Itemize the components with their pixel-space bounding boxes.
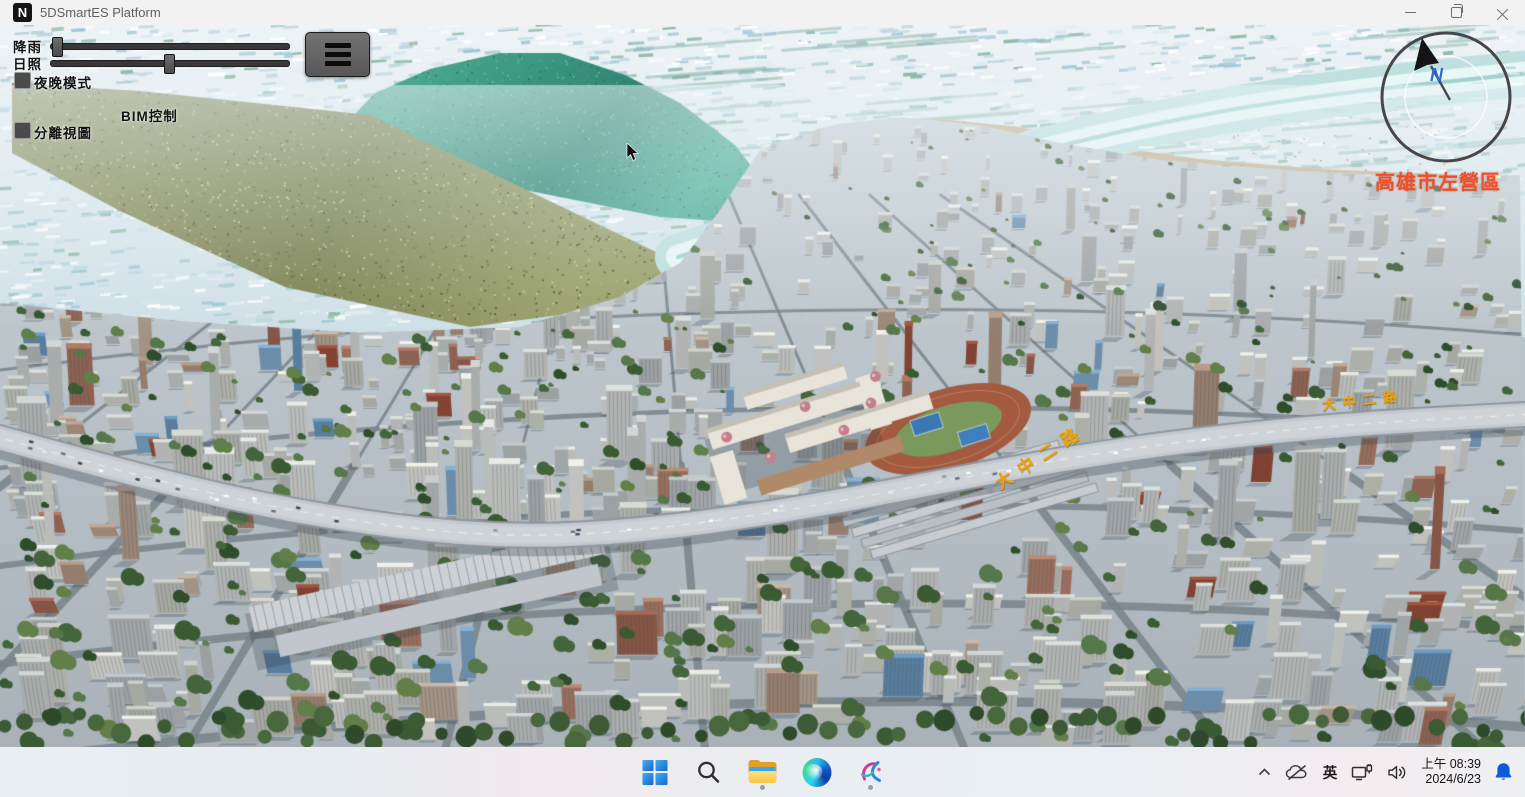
title-bar[interactable]: N 5DSmartES Platform (0, 0, 1525, 25)
sun-slider-thumb[interactable] (164, 54, 175, 74)
restore-icon (1451, 7, 1462, 18)
minimize-icon (1405, 12, 1416, 13)
notification-bell-icon (1494, 762, 1513, 782)
notification-center-button[interactable] (1487, 752, 1520, 792)
network-button[interactable] (1344, 752, 1380, 792)
clock-time: 上午 08:39 (1421, 757, 1481, 772)
chevron-up-icon (1258, 768, 1271, 776)
clock-date: 2024/6/23 (1425, 772, 1481, 787)
speaker-icon (1387, 764, 1408, 781)
rain-slider-thumb[interactable] (52, 37, 63, 57)
hamburger-icon (325, 43, 351, 48)
start-button[interactable] (636, 751, 673, 793)
district-label: 高雄市左營區 (1375, 166, 1523, 195)
tray-overflow-button[interactable] (1251, 752, 1278, 792)
sun-slider[interactable] (50, 60, 290, 67)
running-indicator (868, 785, 873, 790)
running-indicator (760, 785, 765, 790)
windows-logo-icon (642, 760, 667, 785)
split-view-label: 分離視圖 (34, 122, 92, 142)
mouse-cursor-icon (626, 143, 640, 163)
taskbar: 英 上午 08:39 (0, 747, 1525, 797)
compass[interactable]: N (1377, 28, 1515, 166)
smartes-app-button[interactable] (852, 751, 889, 793)
search-icon (696, 759, 722, 785)
map-viewport: 降雨 日照 夜晚模式 BIM控制 分離視圖 N 高雄市左營區 大中二路 大中二路 (0, 25, 1525, 747)
bim-control-label: BIM控制 (121, 105, 178, 125)
night-mode-label: 夜晚模式 (34, 72, 92, 92)
compass-north-label: N (1430, 65, 1444, 85)
volume-button[interactable] (1380, 752, 1415, 792)
map-3d-view[interactable] (0, 25, 1525, 747)
edge-browser-button[interactable] (798, 751, 835, 793)
taskbar-clock[interactable]: 上午 08:39 2024/6/23 (1415, 757, 1487, 787)
app-logo-icon: N (13, 3, 32, 22)
minimize-button[interactable] (1387, 0, 1433, 25)
ime-language-button[interactable]: 英 (1316, 752, 1345, 792)
close-button[interactable] (1479, 0, 1525, 25)
taskbar-center-icons (636, 747, 889, 797)
window-title: 5DSmartES Platform (40, 5, 161, 20)
file-explorer-icon (748, 759, 778, 785)
onedrive-status-button[interactable] (1278, 752, 1316, 792)
rain-slider[interactable] (50, 43, 290, 50)
system-tray: 英 上午 08:39 (1251, 747, 1520, 797)
search-button[interactable] (690, 751, 727, 793)
compass-outer-ring (1382, 33, 1510, 161)
ime-label: 英 (1323, 762, 1338, 783)
sun-slider-label: 日照 (13, 53, 42, 73)
hamburger-menu-button[interactable] (305, 32, 370, 77)
night-mode-checkbox[interactable] (14, 72, 31, 89)
edge-browser-icon (802, 758, 831, 787)
file-explorer-button[interactable] (744, 751, 781, 793)
window-controls (1387, 0, 1525, 25)
restore-button[interactable] (1433, 0, 1479, 25)
smartes-app-icon (856, 757, 886, 787)
ethernet-network-icon (1351, 764, 1373, 781)
close-icon (1497, 7, 1508, 18)
onedrive-paused-icon (1285, 764, 1309, 781)
app-window: N 5DSmartES Platform 降雨 日照 夜晚模式 BIM控制 分離… (0, 0, 1525, 797)
split-view-checkbox[interactable] (14, 122, 31, 139)
